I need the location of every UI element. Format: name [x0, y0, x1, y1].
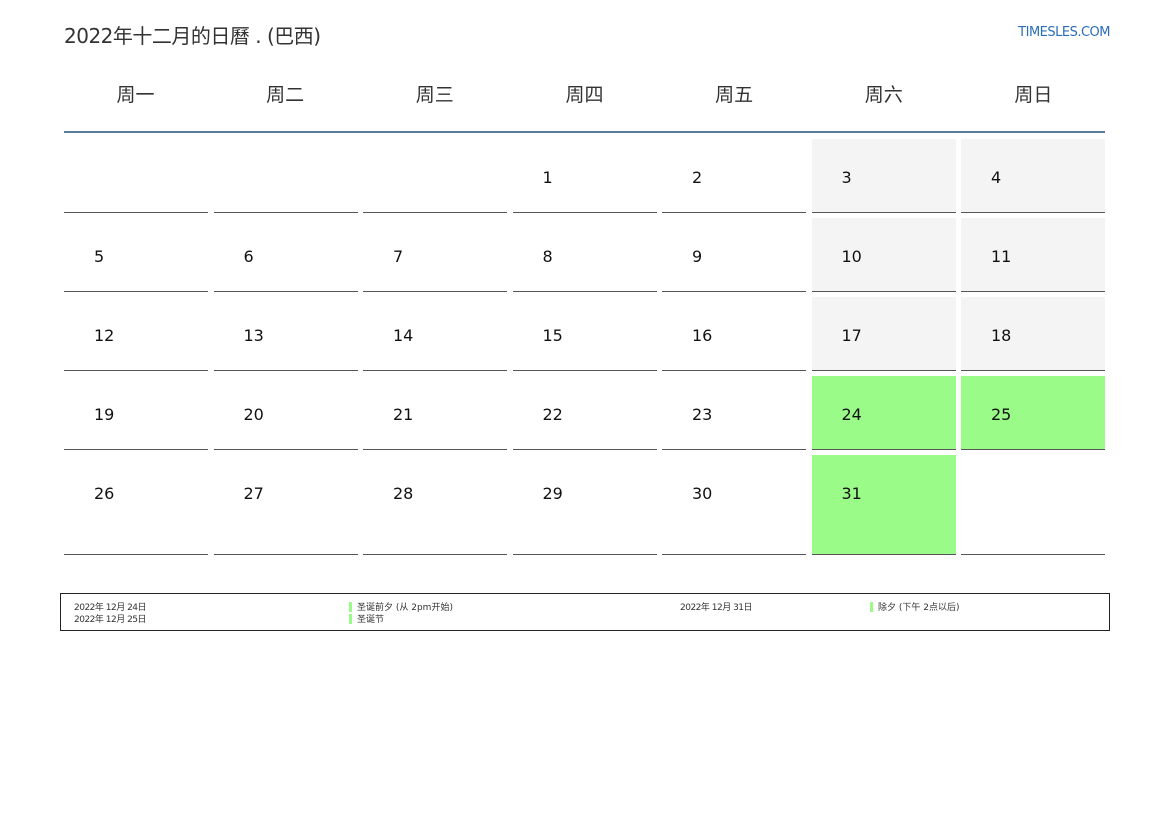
- day-cell[interactable]: 22: [512, 376, 657, 450]
- weekday-thu: 周四: [565, 84, 604, 106]
- day-number: 29: [542, 484, 563, 503]
- day-cell[interactable]: 28: [363, 455, 507, 555]
- day-cell[interactable]: 31: [811, 455, 956, 555]
- calendar-grid: 1 2 3 4 5 6 7 8 9 10 11 12 13 14 15 16 17 18 19 20 21 22 23 24 2…: [64, 139, 1105, 560]
- day-number: 14: [393, 326, 414, 345]
- day-number: 7: [393, 247, 404, 266]
- page-title: 2022年十二月的日曆 . (巴西): [64, 24, 321, 48]
- day-number: 31: [841, 484, 862, 503]
- day-number: 22: [542, 405, 563, 424]
- day-number: 13: [243, 326, 264, 345]
- day-number: 12: [94, 326, 115, 345]
- day-number: 15: [542, 326, 563, 345]
- empty-day-cell: [213, 139, 358, 213]
- day-cell[interactable]: 21: [363, 376, 507, 450]
- day-cell[interactable]: 14: [363, 297, 507, 371]
- day-cell[interactable]: 3: [811, 139, 956, 213]
- day-cell[interactable]: 7: [363, 218, 507, 292]
- day-cell[interactable]: 9: [662, 218, 806, 292]
- calendar-week-row: 5 6 7 8 9 10 11: [64, 218, 1105, 292]
- day-number: 19: [94, 405, 115, 424]
- day-cell[interactable]: 6: [213, 218, 358, 292]
- day-cell[interactable]: 8: [512, 218, 657, 292]
- day-cell[interactable]: 10: [811, 218, 956, 292]
- day-cell[interactable]: 24: [811, 376, 956, 450]
- day-cell[interactable]: 2: [662, 139, 806, 213]
- day-cell[interactable]: 17: [811, 297, 956, 371]
- day-number: 1: [542, 168, 553, 187]
- day-number: 16: [692, 326, 713, 345]
- day-cell[interactable]: 1: [512, 139, 657, 213]
- day-number: 9: [692, 247, 703, 266]
- day-number: 30: [692, 484, 713, 503]
- day-cell[interactable]: 4: [961, 139, 1105, 213]
- day-cell[interactable]: 18: [961, 297, 1105, 371]
- day-cell[interactable]: 16: [662, 297, 806, 371]
- day-number: 2: [692, 168, 703, 187]
- calendar-week-row: 12 13 14 15 16 17 18: [64, 297, 1105, 371]
- day-number: 3: [841, 168, 852, 187]
- day-number: 20: [243, 405, 264, 424]
- weekday-wed: 周三: [415, 84, 454, 106]
- day-cell[interactable]: 5: [64, 218, 208, 292]
- brand-link[interactable]: TIMESLES.COM: [1018, 25, 1110, 40]
- day-cell[interactable]: 15: [512, 297, 657, 371]
- day-number: 11: [991, 247, 1012, 266]
- day-cell[interactable]: 13: [213, 297, 358, 371]
- day-cell[interactable]: 26: [64, 455, 208, 555]
- legend-holiday-name: 圣诞节: [357, 615, 385, 625]
- calendar-week-row: 19 20 21 22 23 24 25: [64, 376, 1105, 450]
- weekday-fri: 周五: [715, 84, 754, 106]
- day-number: 8: [542, 247, 553, 266]
- empty-day-cell: [961, 455, 1105, 555]
- weekday-tue: 周二: [266, 84, 305, 106]
- weekday-sat: 周六: [864, 84, 903, 106]
- day-number: 4: [991, 168, 1002, 187]
- holiday-legend: 2022年 12月 24日 圣诞前夕 (从 2pm开始) 2022年 12月 2…: [60, 593, 1110, 631]
- weekday-mon: 周一: [116, 84, 155, 106]
- legend-date: 2022年 12月 31日: [680, 603, 753, 613]
- day-cell[interactable]: 23: [662, 376, 806, 450]
- legend-date: 2022年 12月 25日: [74, 615, 147, 625]
- header-divider: [64, 131, 1105, 133]
- day-cell[interactable]: 27: [213, 455, 358, 555]
- day-cell[interactable]: 19: [64, 376, 208, 450]
- day-number: 27: [243, 484, 264, 503]
- day-number: 18: [991, 326, 1012, 345]
- weekday-sun: 周日: [1014, 84, 1053, 106]
- day-number: 5: [94, 247, 105, 266]
- day-number: 17: [841, 326, 862, 345]
- day-cell[interactable]: 25: [961, 376, 1105, 450]
- day-number: 10: [841, 247, 862, 266]
- day-number: 21: [393, 405, 414, 424]
- legend-holiday-name: 除夕 (下午 2点以后): [878, 603, 960, 613]
- legend-entry: 除夕 (下午 2点以后): [870, 600, 959, 613]
- holiday-color-swatch: [870, 601, 873, 612]
- day-number: 26: [94, 484, 115, 503]
- empty-day-cell: [363, 139, 507, 213]
- holiday-color-swatch: [349, 601, 352, 612]
- day-cell[interactable]: 11: [961, 218, 1105, 292]
- day-number: 6: [243, 247, 254, 266]
- day-cell[interactable]: 30: [662, 455, 806, 555]
- day-cell[interactable]: 12: [64, 297, 208, 371]
- day-number: 28: [393, 484, 414, 503]
- day-number: 23: [692, 405, 713, 424]
- empty-day-cell: [64, 139, 208, 213]
- day-cell[interactable]: 20: [213, 376, 358, 450]
- holiday-color-swatch: [349, 613, 352, 624]
- day-number: 25: [991, 405, 1012, 424]
- weekday-header: 周一 周二 周三 周四 周五 周六 周日: [64, 80, 1105, 107]
- legend-entry: 圣诞节: [349, 612, 384, 625]
- day-number: 24: [841, 405, 862, 424]
- day-cell[interactable]: 29: [512, 455, 657, 555]
- calendar-week-row: 26 27 28 29 30 31: [64, 455, 1105, 555]
- calendar-week-row: 1 2 3 4: [64, 139, 1105, 213]
